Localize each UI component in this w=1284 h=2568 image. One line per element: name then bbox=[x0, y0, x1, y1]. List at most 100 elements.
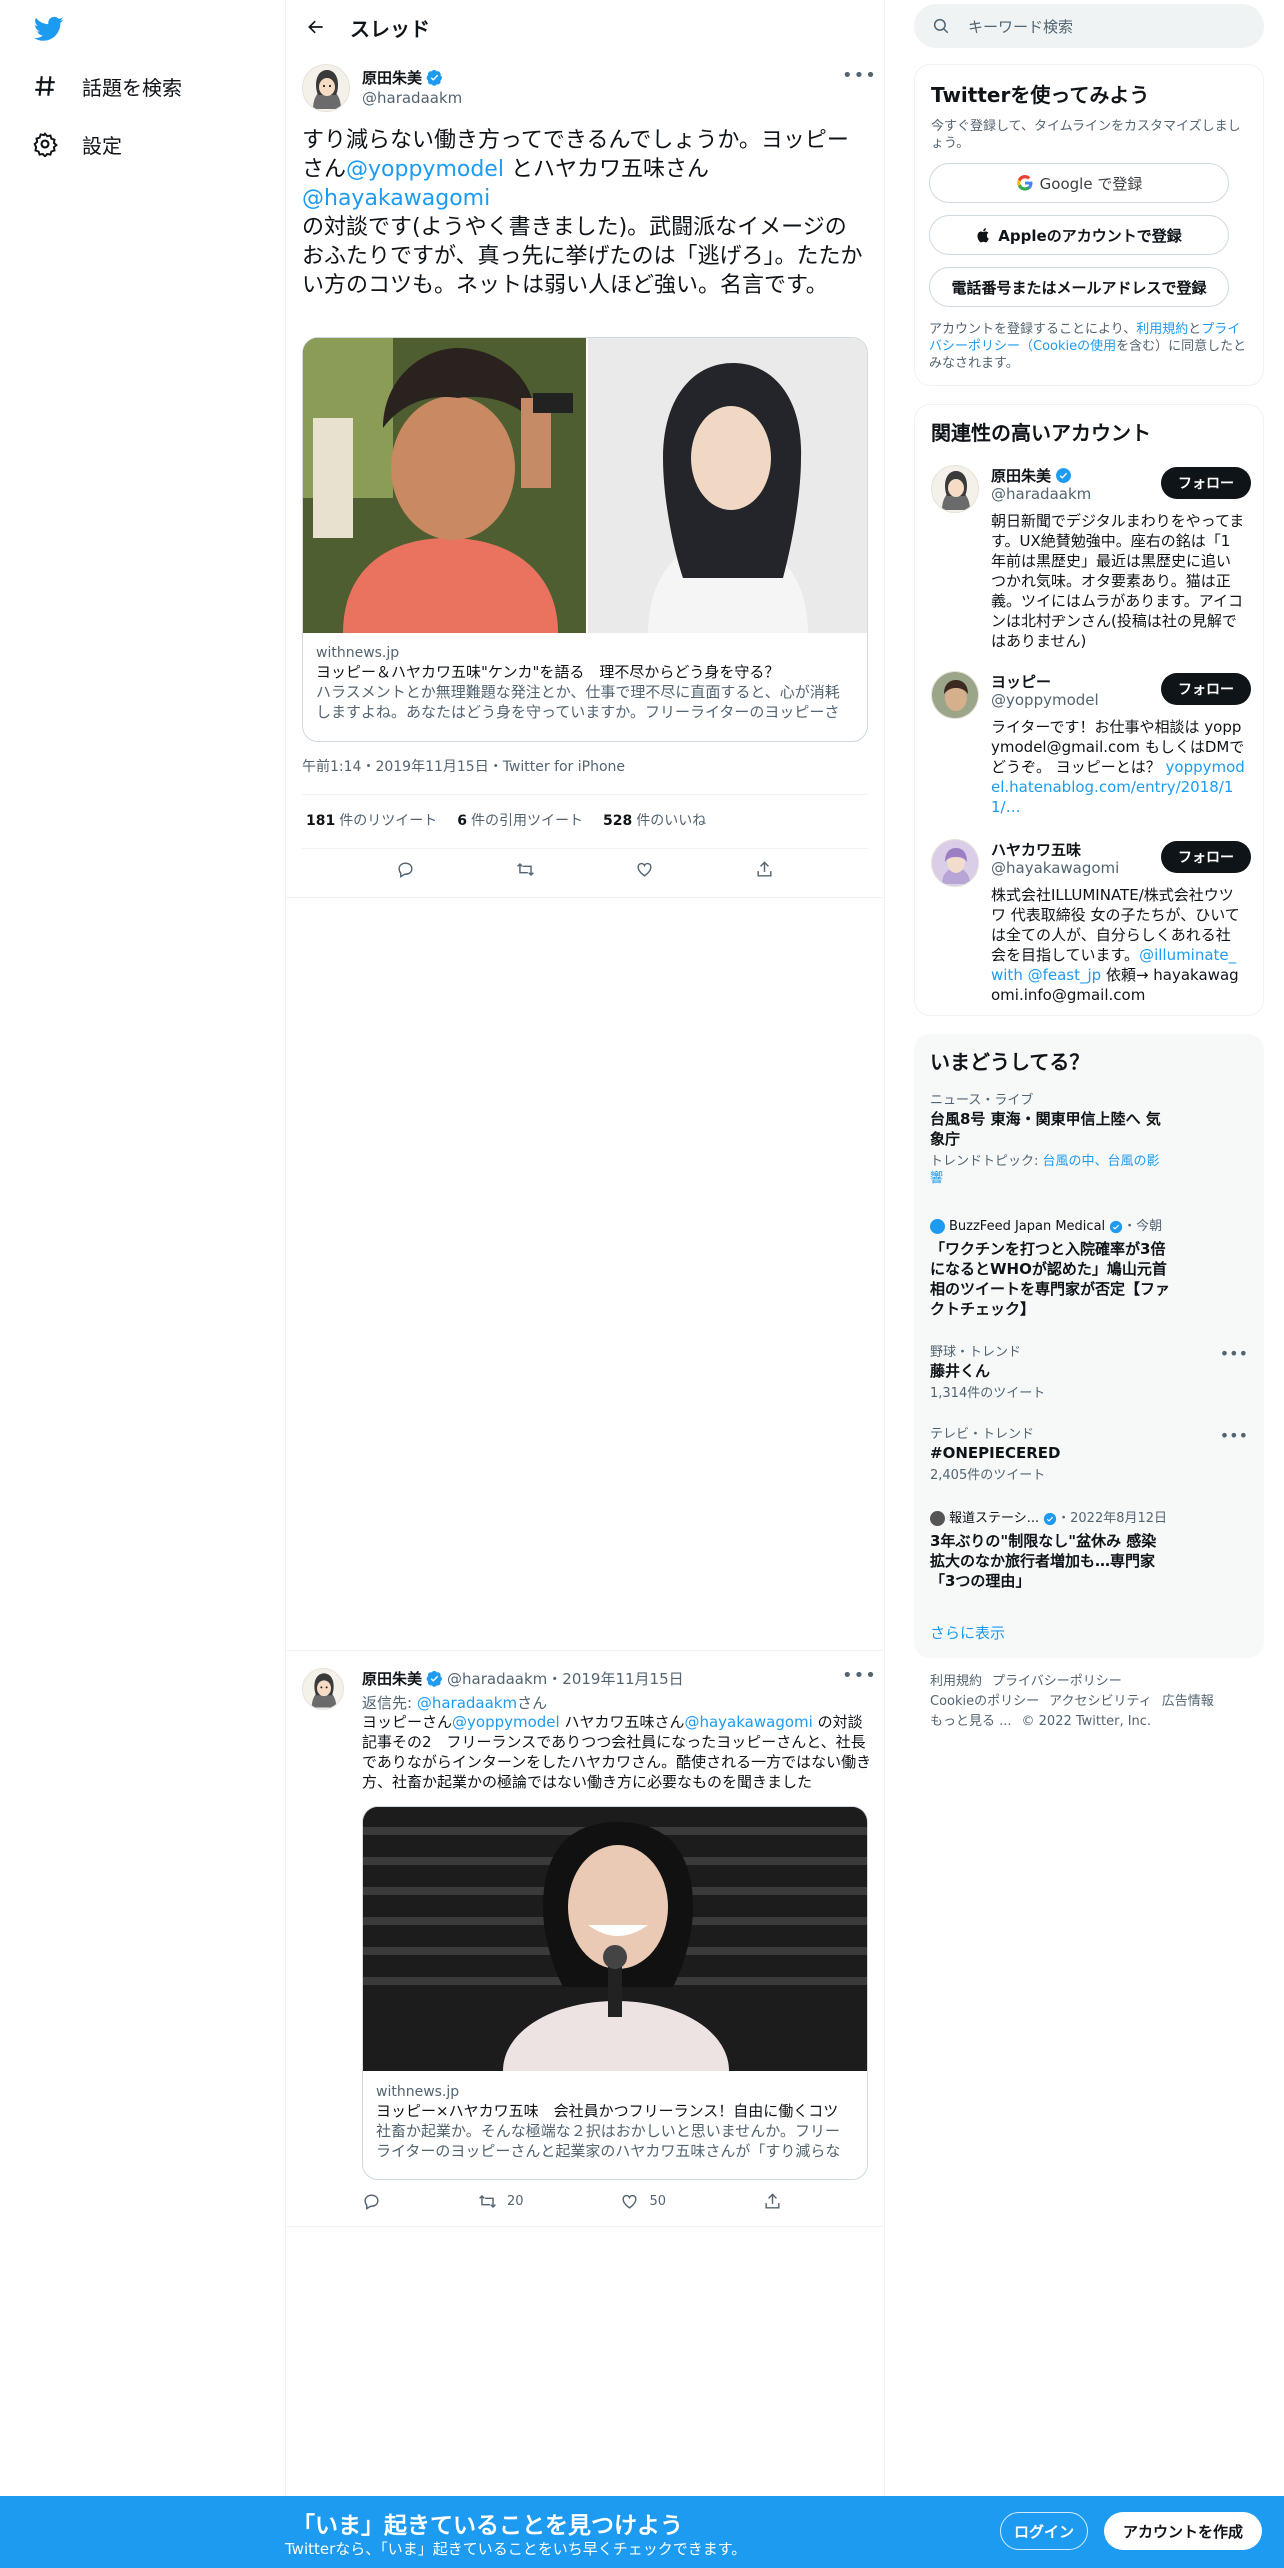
tweet-stats: 181 件のリツイート 6 件の引用ツイート 528 件のいいね bbox=[306, 810, 706, 830]
trend-item[interactable]: ニュース・ライブ 台風8号 東海・関東甲信上陸へ 気象庁 トレンドトピック: 台… bbox=[930, 1092, 1248, 1187]
trend-title: 藤井くん bbox=[930, 1362, 991, 1380]
card-image bbox=[363, 1807, 867, 2071]
nav-explore[interactable]: 話題を検索 bbox=[30, 62, 182, 110]
account-item[interactable]: ヨッピー @yoppymodel フォロー ライターです！お仕事や相談は yop… bbox=[931, 671, 1251, 821]
like-icon[interactable] bbox=[635, 860, 654, 879]
trends-panel: いまどうしてる？ ニュース・ライブ 台風8号 東海・関東甲信上陸へ 気象庁 トレ… bbox=[914, 1034, 1264, 1658]
avatar[interactable] bbox=[931, 839, 979, 887]
footer-link[interactable]: Cookieのポリシー bbox=[930, 1694, 1039, 1709]
account-handle: @haradaakm bbox=[991, 485, 1092, 503]
follow-button[interactable]: フォロー bbox=[1161, 467, 1251, 499]
card-title: ヨッピー×ハヤカワ五味 会社員かつフリーランス！自由に働くコツ bbox=[376, 2102, 839, 2120]
terms-link[interactable]: 利用規約 bbox=[1136, 322, 1188, 337]
relevant-accounts-panel: 関連性の高いアカウント 原田朱美 @haradaakm フォロー 朝日新聞でデジ… bbox=[914, 404, 1264, 1016]
more-options-icon[interactable]: ••• bbox=[1220, 1344, 1248, 1363]
signup-subtitle: 今すぐ登録して、タイムラインをカスタマイズしましょう。 bbox=[931, 119, 1241, 151]
trend-title: 3年ぶりの"制限なし"盆休み 感染拡大のなか旅行者増加も…専門家「3つの理由」 bbox=[930, 1532, 1157, 1590]
reply-author[interactable]: 原田朱美 @haradaakm ・2019年11月15日 bbox=[362, 1668, 684, 1689]
create-account-button[interactable]: アカウントを作成 bbox=[1104, 2512, 1262, 2550]
card-meta: withnews.jp ヨッピー＆ハヤカワ五味"ケンカ"を語る 理不尽からどう身… bbox=[303, 634, 867, 732]
share-icon[interactable] bbox=[755, 860, 774, 879]
trend-item[interactable]: 野球・トレンド 藤井くん 1,314件のツイート ••• bbox=[930, 1344, 1248, 1402]
footer-link[interactable]: プライバシーポリシー bbox=[992, 1674, 1122, 1689]
trend-item[interactable]: テレビ・トレンド #ONEPIECERED 2,405件のツイート ••• bbox=[930, 1426, 1248, 1484]
retweet-icon[interactable] bbox=[516, 860, 535, 879]
reply-icon[interactable] bbox=[362, 2192, 381, 2211]
trend-category: 野球・トレンド bbox=[930, 1345, 1022, 1360]
bottom-subline: Twitterなら、「いま」起きていることをいち早くチェックできます。 bbox=[285, 2540, 747, 2558]
gear-icon bbox=[30, 129, 60, 159]
follow-button[interactable]: フォロー bbox=[1161, 841, 1251, 873]
trend-item[interactable]: BuzzFeed Japan Medical ・今朝 「ワクチンを打つと入院確率… bbox=[930, 1218, 1248, 1319]
relevant-title: 関連性の高いアカウント bbox=[931, 421, 1151, 445]
signup-panel: Twitterを使ってみよう 今すぐ登録して、タイムラインをカスタマイズしましょ… bbox=[914, 64, 1264, 386]
trend-category: テレビ・トレンド bbox=[930, 1427, 1035, 1442]
avatar[interactable] bbox=[302, 64, 350, 112]
google-signup-button[interactable]: Google で登録 bbox=[929, 163, 1229, 203]
verified-badge-icon bbox=[1043, 1512, 1057, 1526]
like-button[interactable]: 50 bbox=[620, 2192, 666, 2211]
more-options-icon[interactable]: ••• bbox=[842, 66, 876, 90]
mention-link[interactable]: @hayakawagomi bbox=[684, 1713, 812, 1731]
card-domain: withnews.jp bbox=[316, 645, 400, 661]
twitter-logo-icon[interactable] bbox=[32, 14, 66, 44]
search-input[interactable]: キーワード検索 bbox=[914, 4, 1264, 48]
trend-source: 報道ステーシ... ・2022年8月12日 bbox=[930, 1510, 1248, 1527]
reply-text: ヨッピーさん@yoppymodel ハヤカワ五味さん@hayakawagomi … bbox=[362, 1713, 872, 1791]
footer-link[interactable]: 利用規約 bbox=[930, 1674, 982, 1689]
apple-signup-label: Appleのアカウントで登録 bbox=[998, 226, 1182, 245]
back-arrow-icon[interactable] bbox=[296, 7, 336, 47]
account-name: 原田朱美 bbox=[991, 465, 1072, 486]
mention-link[interactable]: @hayakawagomi bbox=[302, 186, 490, 211]
card-image-right bbox=[588, 338, 867, 633]
like-stat[interactable]: 528 件のいいね bbox=[603, 810, 706, 830]
trend-item[interactable]: 報道ステーシ... ・2022年8月12日 3年ぶりの"制限なし"盆休み 感染拡… bbox=[930, 1510, 1248, 1591]
tweet-text-part: の対談です(ようやく書きました)。武闘派なイメージのおふたりですが、真っ先に挙げ… bbox=[302, 215, 863, 298]
account-name: ハヤカワ五味 bbox=[991, 841, 1082, 859]
nav-settings[interactable]: 設定 bbox=[30, 120, 122, 168]
footer-more-link[interactable]: もっと見る ... bbox=[930, 1714, 1012, 1729]
avatar[interactable] bbox=[931, 465, 979, 513]
retweet-button[interactable]: 20 bbox=[478, 2192, 524, 2211]
link-card[interactable]: withnews.jp ヨッピー×ハヤカワ五味 会社員かつフリーランス！自由に働… bbox=[362, 1806, 868, 2180]
retweet-stat[interactable]: 181 件のリツイート bbox=[306, 810, 437, 830]
quote-stat[interactable]: 6 件の引用ツイート bbox=[457, 810, 583, 830]
account-item[interactable]: ハヤカワ五味 @hayakawagomi フォロー 株式会社ILLUMINATE… bbox=[931, 839, 1251, 1009]
avatar[interactable] bbox=[931, 671, 979, 719]
tweet-author[interactable]: 原田朱美 bbox=[362, 67, 443, 88]
footer-link[interactable]: アクセシビリティ bbox=[1049, 1694, 1152, 1709]
apple-signup-button[interactable]: Appleのアカウントで登録 bbox=[929, 215, 1229, 255]
reply-to-link[interactable]: @haradaakm bbox=[417, 1694, 517, 1712]
google-icon bbox=[1016, 174, 1033, 191]
apple-icon bbox=[977, 228, 990, 243]
reply-author-name: 原田朱美 bbox=[362, 1670, 423, 1688]
account-name: ヨッピー bbox=[991, 673, 1052, 691]
trend-title: 「ワクチンを打つと入院確率が3倍になるとWHOが認めた」鳩山元首相のツイートを専… bbox=[930, 1240, 1171, 1318]
phone-signup-label: 電話番号またはメールアドレスで登録 bbox=[951, 278, 1207, 297]
author-handle[interactable]: @haradaakm bbox=[362, 89, 462, 107]
like-count: 50 bbox=[649, 2194, 667, 2209]
footer-link[interactable]: 広告情報 bbox=[1162, 1694, 1214, 1709]
login-button[interactable]: ログイン bbox=[1000, 2512, 1088, 2550]
follow-button[interactable]: フォロー bbox=[1161, 673, 1251, 705]
account-bio: 株式会社ILLUMINATE/株式会社ウツワ 代表取締役 女の子たちが、ひいては… bbox=[991, 886, 1240, 1004]
show-more-link[interactable]: さらに表示 bbox=[930, 1622, 1005, 1643]
account-item[interactable]: 原田朱美 @haradaakm フォロー 朝日新聞でデジタルまわりをやってます。… bbox=[931, 465, 1251, 650]
mention-link[interactable]: @yoppymodel bbox=[452, 1713, 560, 1731]
share-icon[interactable] bbox=[763, 2192, 782, 2211]
mention-link[interactable]: @yoppymodel bbox=[346, 157, 504, 182]
more-options-icon[interactable]: ••• bbox=[1220, 1426, 1248, 1445]
author-name: 原田朱美 bbox=[362, 69, 423, 87]
divider bbox=[302, 794, 868, 795]
avatar[interactable] bbox=[302, 1668, 344, 1710]
reply-icon[interactable] bbox=[396, 860, 415, 879]
thread-header: スレッド bbox=[286, 0, 884, 54]
phone-email-signup-button[interactable]: 電話番号またはメールアドレスで登録 bbox=[929, 267, 1229, 307]
link-card[interactable]: withnews.jp ヨッピー＆ハヤカワ五味"ケンカ"を語る 理不尽からどう身… bbox=[302, 337, 868, 742]
reply-to: 返信先: @haradaakmさん bbox=[362, 1694, 548, 1712]
footer-links: 利用規約 プライバシーポリシー Cookieのポリシー アクセシビリティ 広告情報 も… bbox=[930, 1672, 1260, 1732]
trend-sub: トレンドトピック: 台風の中、台風の影響 bbox=[930, 1154, 1160, 1186]
more-options-icon[interactable]: ••• bbox=[842, 1666, 876, 1690]
reply-date[interactable]: ・2019年11月15日 bbox=[547, 1668, 683, 1689]
tweet-timestamp[interactable]: 午前1:14・2019年11月15日・Twitter for iPhone bbox=[302, 756, 625, 776]
